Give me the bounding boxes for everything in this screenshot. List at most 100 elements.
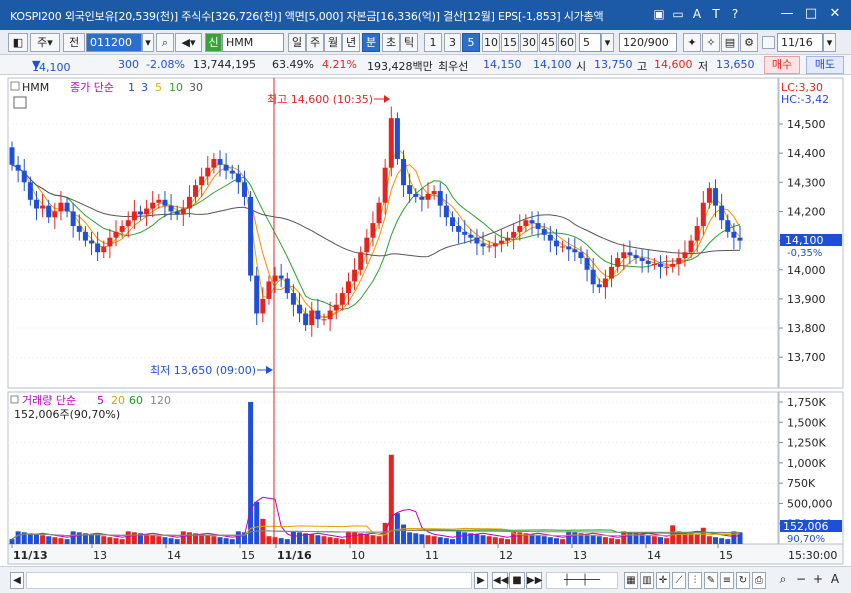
help-icon[interactable]: ? xyxy=(727,6,743,22)
zoom-search-icon[interactable]: ⌕ xyxy=(776,572,790,589)
volume-bar xyxy=(456,531,462,544)
volume-bar xyxy=(284,539,290,544)
period-button-1[interactable]: 주 xyxy=(306,33,324,52)
interval-button-60[interactable]: 60 xyxy=(558,33,576,52)
candle-body xyxy=(193,185,199,197)
text-icon[interactable]: T xyxy=(708,6,724,22)
scroll-left-icon[interactable]: ◀ xyxy=(10,572,24,589)
minimize-panel-icon[interactable]: ▭ xyxy=(670,6,686,22)
save-icon[interactable]: ▤ xyxy=(721,33,739,52)
volume-bar xyxy=(645,535,651,544)
volume-bar xyxy=(186,532,192,544)
trendline-icon[interactable]: ⟋ xyxy=(672,572,686,589)
buy-button[interactable]: 매수 xyxy=(764,56,800,74)
candle-body xyxy=(523,220,529,227)
volume-bar xyxy=(657,537,663,544)
interval-select[interactable]: 5 xyxy=(579,33,601,52)
chart-area[interactable]: 14,500 14,400 14,300 14,200 14,100 14,000 13,9… xyxy=(0,76,851,566)
volume-bar xyxy=(639,534,645,544)
candle-body xyxy=(706,188,712,203)
crosshair-icon[interactable]: ✛ xyxy=(656,572,670,589)
maximize-icon[interactable]: □ xyxy=(801,5,821,23)
panel-icon[interactable]: ◧ xyxy=(8,33,28,52)
interval-button-1[interactable]: 1 xyxy=(424,33,442,52)
print-icon[interactable]: ⎙ xyxy=(752,572,766,589)
volume-tick-label: 1,000K xyxy=(787,457,826,470)
fast-forward-icon[interactable]: ▶▶ xyxy=(526,572,542,589)
grid-icon[interactable]: ▦ xyxy=(624,572,638,589)
type-select[interactable]: 주▾ xyxy=(30,33,60,52)
candle-body xyxy=(547,234,553,241)
scroll-right-icon[interactable]: ▶ xyxy=(474,572,488,589)
volume-bar xyxy=(95,535,101,544)
drawing-icon[interactable]: ✎ xyxy=(704,572,718,589)
volume-bar xyxy=(205,535,211,544)
period-button-3[interactable]: 년 xyxy=(342,33,360,52)
date-field[interactable]: 11/16 xyxy=(777,33,823,52)
chart-svg[interactable]: 14,500 14,400 14,300 14,200 14,100 14,000 13,9… xyxy=(0,76,851,566)
candle-body xyxy=(358,252,364,270)
period-button-0[interactable]: 일 xyxy=(288,33,306,52)
candle-body xyxy=(407,185,413,194)
prev-button[interactable]: 전 xyxy=(63,33,85,52)
candle-body xyxy=(119,226,125,232)
settings-icon[interactable]: ⚙ xyxy=(740,33,758,52)
indicator-icon[interactable]: ✧ xyxy=(702,33,720,52)
volume-bar xyxy=(272,537,278,544)
window-title: KOSPI200 외국인보유[20,539(천)] 주식수[326,726(천)… xyxy=(10,10,604,23)
code-input[interactable]: 011200 xyxy=(86,33,142,52)
stop-icon[interactable]: ■ xyxy=(509,572,525,589)
volume-bar xyxy=(217,537,223,544)
candle-body xyxy=(572,249,578,253)
fibonacci-icon[interactable]: ≡ xyxy=(720,572,734,589)
zoom-out-icon[interactable]: − xyxy=(794,572,808,589)
interval-button-15[interactable]: 15 xyxy=(501,33,519,52)
interval-button-45[interactable]: 45 xyxy=(539,33,557,52)
zoom-slider[interactable]: ┼──┼── xyxy=(546,572,618,589)
candle-body xyxy=(627,252,633,256)
count-field[interactable]: 120/900 xyxy=(619,33,677,52)
interval-button-5[interactable]: 5 xyxy=(462,33,480,52)
minimize-icon[interactable]: — xyxy=(777,5,797,23)
volume-bar xyxy=(694,534,700,544)
interval-button-3[interactable]: 3 xyxy=(444,33,461,52)
period-button-6[interactable]: 틱 xyxy=(400,33,418,52)
new-listing-badge: 신 xyxy=(205,33,222,52)
fast-back-icon[interactable]: ◀◀ xyxy=(492,572,508,589)
font-size-icon[interactable]: A xyxy=(689,6,705,22)
volume-bar xyxy=(419,534,425,544)
period-button-4[interactable]: 분 xyxy=(362,33,380,52)
grid-toggle-icon[interactable] xyxy=(13,96,27,109)
date-checkbox[interactable] xyxy=(762,36,775,49)
candle-body xyxy=(52,211,58,218)
interval-dropdown-icon[interactable]: ▾ xyxy=(601,33,614,52)
layout-icon[interactable]: ▣ xyxy=(651,6,667,22)
horizontal-scrollbar[interactable] xyxy=(26,572,472,589)
volume-bar xyxy=(370,535,376,544)
period-button-5[interactable]: 초 xyxy=(382,33,400,52)
stock-name-field[interactable]: HMM xyxy=(222,33,284,52)
volume-bar xyxy=(541,536,547,544)
chart-type-icon[interactable]: ⫶ xyxy=(688,572,702,589)
sell-button[interactable]: 매도 xyxy=(806,56,844,74)
volume-tick-label: 1,750K xyxy=(787,396,826,409)
compare-icon[interactable]: ✦ xyxy=(683,33,701,52)
interval-button-10[interactable]: 10 xyxy=(482,33,500,52)
period-button-2[interactable]: 월 xyxy=(324,33,342,52)
price-tick-label: 14,500 xyxy=(787,118,826,131)
candle-body xyxy=(333,304,339,311)
code-dropdown-icon[interactable]: ▾ xyxy=(142,33,154,52)
date-dropdown-icon[interactable]: ▾ xyxy=(823,33,836,52)
interval-button-30[interactable]: 30 xyxy=(520,33,538,52)
volume-bar xyxy=(401,524,407,544)
layout-split-icon[interactable]: ▥ xyxy=(640,572,654,589)
candle-body xyxy=(602,278,608,288)
font-icon[interactable]: A xyxy=(828,572,842,589)
close-icon[interactable]: ✕ xyxy=(825,5,845,23)
volume-bar xyxy=(664,538,670,544)
candle-body xyxy=(713,188,719,206)
search-icon[interactable]: ⌕ xyxy=(156,33,174,52)
sound-icon[interactable]: ◀▾ xyxy=(175,33,202,52)
zoom-in-icon[interactable]: + xyxy=(811,572,825,589)
cycle-icon[interactable]: ↻ xyxy=(736,572,750,589)
